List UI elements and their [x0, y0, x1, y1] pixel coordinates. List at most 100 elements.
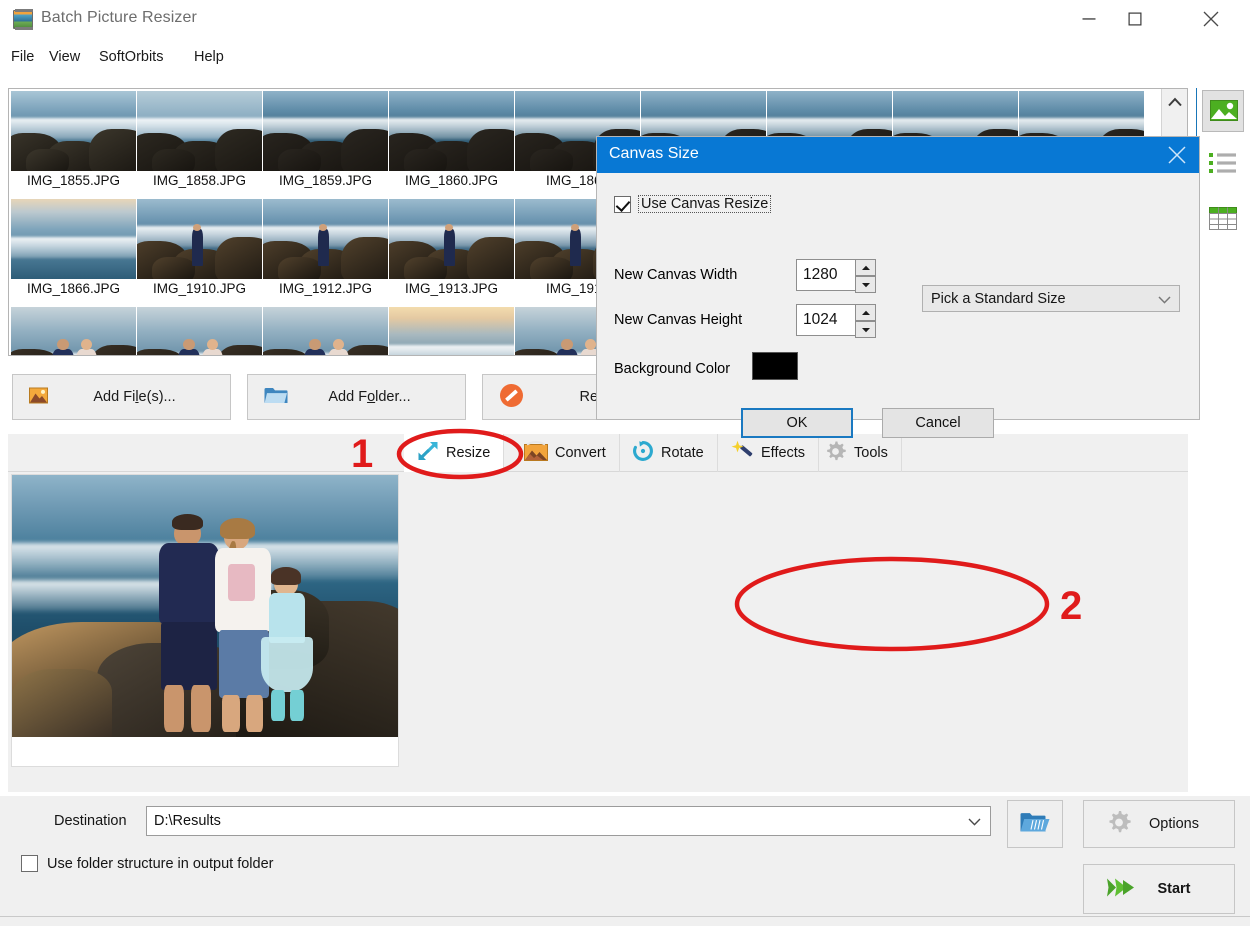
thumbnail-rock	[340, 129, 388, 171]
checkbox-use-folder-structure[interactable]: Use folder structure in output folder	[21, 855, 273, 872]
dialog-canvas-height-field[interactable]	[797, 305, 855, 335]
checkbox-box[interactable]	[21, 855, 38, 872]
thumbnail-rock	[152, 148, 195, 171]
menu-item-view[interactable]: View	[45, 47, 84, 67]
options-button[interactable]: Options	[1083, 800, 1235, 848]
start-label: Start	[1157, 881, 1191, 897]
view-mode-toolbar	[1196, 88, 1244, 356]
thumbnail-item[interactable]: IMG_1855.JPG	[11, 91, 136, 188]
thumbnail-rock	[152, 256, 195, 279]
list-view-button[interactable]	[1202, 142, 1244, 184]
dialog-canvas-width-input[interactable]	[796, 259, 876, 293]
add-files-button[interactable]: Add Fi l e(s)...	[12, 374, 231, 420]
thumbnail-item[interactable]	[11, 307, 136, 355]
thumbnail-image[interactable]	[137, 91, 262, 171]
chevron-down-icon[interactable]	[968, 813, 981, 829]
thumbnail-rock	[340, 237, 388, 279]
thumbnail-rock	[530, 148, 573, 171]
thumbnail-image[interactable]	[389, 199, 514, 279]
background-color-swatch[interactable]	[752, 352, 798, 380]
preview-image	[12, 475, 398, 737]
minimize-button[interactable]	[1066, 0, 1112, 38]
thumbnail-image[interactable]	[263, 91, 388, 171]
thumbnail-image[interactable]	[137, 199, 262, 279]
thumbnail-image[interactable]	[263, 199, 388, 279]
thumbnail-foam	[389, 345, 514, 355]
thumbnail-image[interactable]	[137, 307, 262, 355]
thumbnail-rock	[278, 256, 321, 279]
menu-item-file[interactable]: File	[7, 47, 38, 67]
spinner-down-button[interactable]	[855, 276, 876, 293]
thumbnail-rock	[404, 148, 447, 171]
tab-resize-label: Resize	[446, 445, 491, 461]
tab-tools-label: Tools	[854, 445, 888, 461]
window-title: Batch Picture Resizer	[41, 9, 197, 26]
destination-value: D:\Results	[154, 813, 221, 829]
thumbnail-figure	[570, 229, 582, 267]
app-icon	[13, 9, 33, 30]
thumbnail-image[interactable]	[389, 307, 514, 355]
thumbnail-image[interactable]	[11, 199, 136, 279]
checkbox-label: Use Canvas Resize	[638, 195, 772, 213]
thumbnail-item[interactable]: IMG_1859.JPG	[263, 91, 388, 188]
tab-resize[interactable]: Resize	[404, 434, 505, 472]
thumbnail-figure	[318, 229, 330, 267]
destination-combo[interactable]: D:\Results	[146, 806, 991, 836]
menu-item-softorbits[interactable]: SoftOrbits	[95, 47, 167, 67]
tab-effects[interactable]: Effects	[717, 434, 820, 472]
spinner-up-button[interactable]	[855, 304, 876, 321]
dialog-checkbox-use-canvas-resize[interactable]: Use Canvas Resize	[614, 195, 772, 213]
thumbnail-item[interactable]: IMG_1866.JPG	[11, 199, 136, 296]
thumbnail-item[interactable]	[263, 307, 388, 355]
start-button[interactable]: Start	[1083, 864, 1235, 914]
thumbnail-item[interactable]: IMG_1912.JPG	[263, 199, 388, 296]
thumbnail-rock	[466, 237, 514, 279]
status-bar	[0, 916, 1250, 926]
thumbnail-figure-head	[183, 339, 195, 351]
thumbnail-filename: IMG_1859.JPG	[278, 173, 373, 188]
thumbnail-rock	[530, 256, 573, 279]
thumbnail-image[interactable]	[263, 307, 388, 355]
open-folder-icon	[1020, 811, 1050, 838]
maximize-button[interactable]	[1112, 0, 1158, 38]
browse-folder-button[interactable]	[1007, 800, 1063, 848]
spinner-buttons[interactable]	[855, 259, 876, 293]
dialog-close-button[interactable]	[1155, 137, 1199, 173]
add-folder-label: Add Fo lder...	[328, 389, 411, 405]
thumbnail-item[interactable]	[389, 307, 514, 355]
canvas-size-dialog: Canvas Size Use Canvas Resize New Canvas…	[596, 136, 1200, 438]
dialog-standard-size-value: Pick a Standard Size	[931, 290, 1066, 307]
rotate-icon	[632, 440, 654, 466]
tab-convert[interactable]: Convert	[511, 434, 620, 472]
thumbnail-image[interactable]	[11, 307, 136, 355]
thumbnail-item[interactable]: IMG_1860.JPG	[389, 91, 514, 188]
menu-item-help[interactable]: Help	[190, 47, 228, 67]
thumbnail-view-button[interactable]	[1202, 90, 1244, 132]
details-view-button[interactable]	[1202, 198, 1244, 240]
thumbnail-item[interactable]: IMG_1913.JPG	[389, 199, 514, 296]
close-button[interactable]	[1188, 0, 1234, 38]
thumbnail-image[interactable]	[11, 91, 136, 171]
scroll-up-button[interactable]	[1162, 89, 1187, 115]
tab-tools[interactable]: Tools	[811, 434, 902, 472]
thumbnail-item[interactable]: IMG_1910.JPG	[137, 199, 262, 296]
thumbnail-rock	[466, 129, 514, 171]
dialog-title-bar: Canvas Size	[597, 137, 1199, 173]
thumbnail-filename: IMG_1913.JPG	[404, 281, 499, 296]
dialog-canvas-height-input[interactable]	[796, 304, 876, 338]
checkbox-box[interactable]	[614, 195, 631, 213]
dialog-canvas-width-field[interactable]	[797, 260, 855, 290]
thumbnail-item[interactable]	[137, 307, 262, 355]
thumbnail-image[interactable]	[389, 91, 514, 171]
dialog-background-color-label: Background Color	[614, 361, 731, 377]
tab-effects-label: Effects	[761, 445, 806, 461]
thumbnail-item[interactable]: IMG_1858.JPG	[137, 91, 262, 188]
spinner-buttons[interactable]	[855, 304, 876, 338]
tab-rotate[interactable]: Rotate	[619, 434, 718, 472]
dialog-ok-button[interactable]: OK	[741, 408, 853, 438]
spinner-up-button[interactable]	[855, 259, 876, 276]
dialog-cancel-button[interactable]: Cancel	[882, 408, 994, 438]
dialog-standard-size-select[interactable]: Pick a Standard Size	[922, 285, 1180, 312]
add-folder-button[interactable]: Add Fo lder...	[247, 374, 466, 420]
spinner-down-button[interactable]	[855, 321, 876, 338]
